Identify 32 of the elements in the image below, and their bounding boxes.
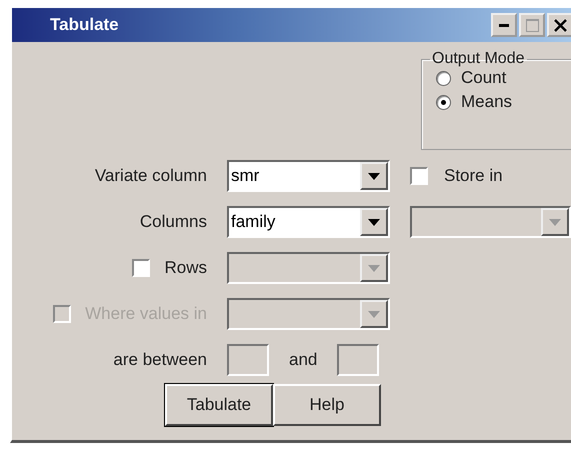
- dialog-button[interactable]: Help: [273, 384, 381, 426]
- input-field[interactable]: [227, 344, 269, 376]
- dropdown-field[interactable]: [227, 298, 390, 330]
- dropdown-arrow-icon: [368, 310, 380, 318]
- dropdown-arrow-icon: [368, 264, 380, 272]
- input-field[interactable]: [337, 344, 380, 376]
- radio-button[interactable]: [436, 70, 451, 86]
- radio-label[interactable]: Count: [461, 68, 506, 88]
- window-title: Tabulate: [50, 15, 119, 35]
- radio-button[interactable]: [436, 94, 451, 110]
- dropdown-field[interactable]: family: [227, 206, 390, 238]
- radio-label[interactable]: Means: [461, 92, 512, 112]
- dropdown-arrow-icon: [368, 172, 380, 180]
- group-title: Output Mode: [431, 50, 526, 68]
- field-label: Columns: [140, 212, 207, 232]
- dropdown-field[interactable]: [227, 252, 390, 284]
- dialog-button[interactable]: Tabulate: [165, 384, 273, 426]
- close-icon: [554, 18, 566, 32]
- checkbox[interactable]: [410, 167, 428, 185]
- checkbox-label[interactable]: Rows: [164, 258, 207, 278]
- dropdown-arrow-icon: [549, 218, 561, 226]
- field-label: and: [289, 350, 318, 370]
- dropdown-arrow-icon: [368, 218, 380, 226]
- field-label: are between: [113, 350, 207, 370]
- dropdown-field[interactable]: smr: [227, 160, 390, 192]
- maximize-icon: [526, 18, 538, 32]
- checkbox[interactable]: [132, 259, 150, 277]
- close-button[interactable]: [547, 13, 571, 37]
- field-label: Variate column: [94, 166, 207, 186]
- minimize-icon: [499, 24, 509, 26]
- checkbox-label[interactable]: Store in: [444, 166, 503, 186]
- minimize-button[interactable]: [491, 13, 517, 37]
